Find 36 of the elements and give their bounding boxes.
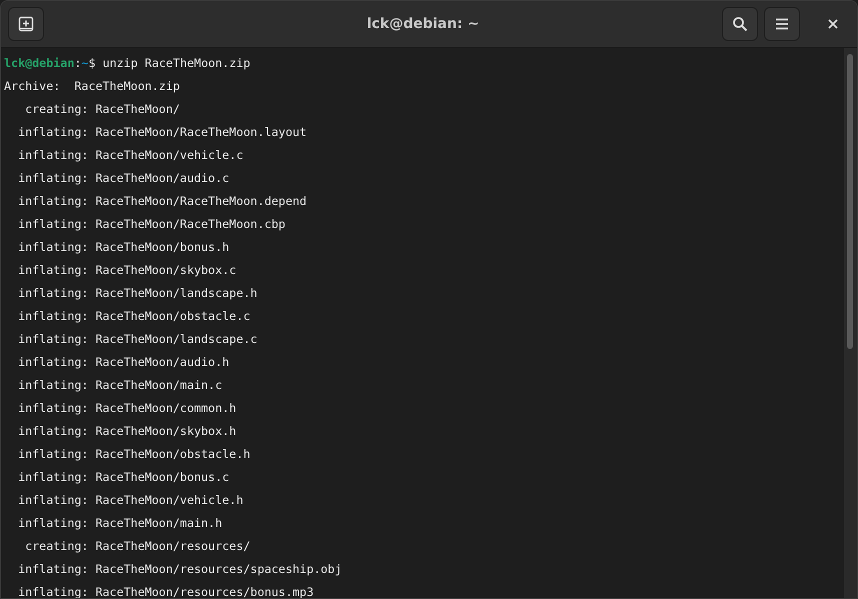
command-text: unzip RaceTheMoon.zip — [102, 56, 250, 70]
prompt-separator: : — [74, 56, 82, 70]
output-line: inflating: RaceTheMoon/vehicle.c — [17, 148, 244, 162]
menu-button[interactable] — [764, 7, 800, 41]
menu-icon — [775, 18, 789, 30]
prompt-symbol: $ — [88, 56, 96, 70]
output-line: inflating: RaceTheMoon/landscape.c — [17, 332, 258, 346]
output-line: inflating: RaceTheMoon/obstacle.c — [17, 309, 250, 323]
output-line: creating: RaceTheMoon/resources/ — [24, 539, 250, 553]
output-line: inflating: RaceTheMoon/audio.h — [17, 355, 230, 369]
new-tab-icon — [18, 16, 34, 32]
output-line: inflating: RaceTheMoon/main.h — [17, 516, 222, 530]
output-line: inflating: RaceTheMoon/main.c — [17, 378, 222, 392]
output-line: inflating: RaceTheMoon/RaceTheMoon.layout — [17, 125, 307, 139]
close-icon — [828, 19, 838, 29]
output-line: Archive: RaceTheMoon.zip — [4, 79, 180, 93]
output-line: inflating: RaceTheMoon/audio.c — [17, 171, 230, 185]
output-line: inflating: RaceTheMoon/RaceTheMoon.cbp — [17, 217, 286, 231]
output-line: inflating: RaceTheMoon/landscape.h — [17, 286, 258, 300]
window-title: lck@debian: ~ — [366, 16, 480, 32]
output-line: inflating: RaceTheMoon/RaceTheMoon.depend — [17, 194, 307, 208]
search-icon — [732, 16, 748, 32]
output-line: inflating: RaceTheMoon/skybox.c — [17, 263, 236, 277]
output-line: inflating: RaceTheMoon/vehicle.h — [17, 493, 244, 507]
output-line: inflating: RaceTheMoon/obstacle.h — [17, 447, 250, 461]
output-line: creating: RaceTheMoon/ — [24, 102, 180, 116]
output-line: inflating: RaceTheMoon/bonus.c — [17, 470, 230, 484]
prompt-user-host: lck@debian — [4, 56, 74, 70]
output-line: inflating: RaceTheMoon/bonus.h — [17, 240, 230, 254]
scrollbar[interactable] — [844, 48, 857, 598]
prompt-path: ~ — [81, 56, 88, 70]
new-tab-button[interactable] — [8, 7, 44, 41]
output-line: inflating: RaceTheMoon/resources/spaceship.obj — [17, 562, 342, 576]
output-line: inflating: RaceTheMoon/skybox.h — [17, 424, 236, 438]
search-button[interactable] — [722, 7, 758, 41]
output-line: inflating: RaceTheMoon/common.h — [17, 401, 236, 415]
